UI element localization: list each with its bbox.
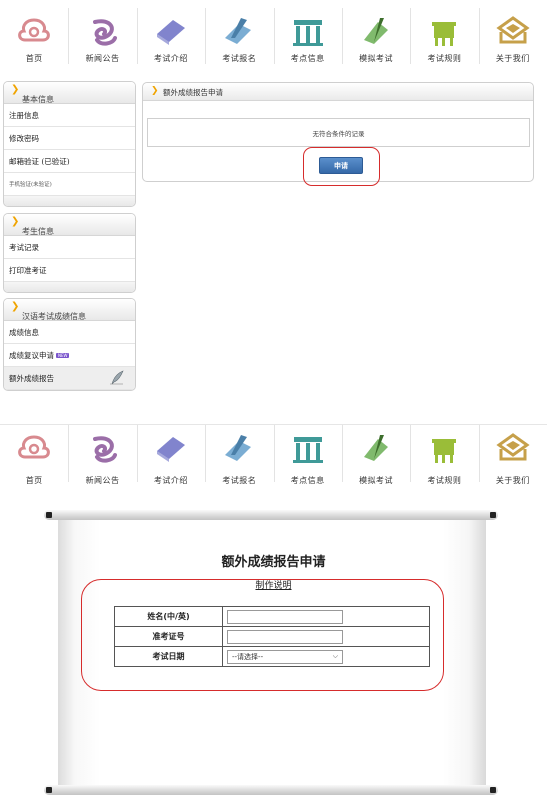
- scroll-rod-bottom: [44, 785, 498, 795]
- pavilion-icon: [288, 14, 328, 48]
- panel-title: 额外成绩报告申请: [163, 88, 223, 97]
- sidebar-item-phone-verify[interactable]: 手机验证(未验证): [4, 173, 135, 196]
- chevron-right-icon: ❯: [11, 84, 20, 95]
- nav-item-cloud-ornament[interactable]: 首页: [0, 8, 68, 68]
- form-row: 准考证号: [114, 626, 430, 647]
- ticket-number-input[interactable]: [227, 629, 343, 644]
- cloud-ornament-icon: [14, 14, 54, 48]
- form-cell: --请选择-- ⌵: [222, 646, 430, 667]
- brush-scroll-icon: [356, 14, 396, 48]
- chevron-right-icon: ❯: [151, 86, 159, 96]
- pen-paper-icon: [219, 431, 259, 465]
- ticket-label: 准考证号: [114, 626, 223, 647]
- sidebar-item-score-info[interactable]: 成绩信息: [4, 321, 135, 344]
- ding-vessel-icon: [424, 14, 464, 48]
- sidebar-section-header: ❯ 考生信息: [4, 214, 135, 236]
- nav-item-label: 新闻公告: [85, 54, 120, 63]
- nav-item-label: 考试规则: [427, 54, 462, 63]
- sidebar-item-extra-report[interactable]: 额外成绩报告: [4, 367, 135, 390]
- sidebar-item-email-verify[interactable]: 邮箱验证 (已验证): [4, 150, 135, 173]
- sidebar-basic-info: ❯ 基本信息 注册信息 修改密码 邮箱验证 (已验证) 手机验证(未验证): [3, 81, 136, 207]
- box-icon: [493, 431, 533, 465]
- pen-paper-icon: [219, 14, 259, 48]
- scroll-book-icon: [151, 14, 191, 48]
- new-badge: NEW: [56, 352, 70, 358]
- nav-item-cloud-ornament[interactable]: 首页: [0, 425, 68, 486]
- scroll-book-icon: [151, 431, 191, 465]
- sidebar-item-print-ticket[interactable]: 打印准考证: [4, 259, 135, 282]
- scroll-rod-top: [44, 510, 498, 520]
- sidebar-item-label: 额外成绩报告: [9, 373, 54, 383]
- exam-date-select[interactable]: --请选择-- ⌵: [227, 649, 343, 664]
- pavilion-icon: [288, 431, 328, 465]
- nav-item-ding-vessel[interactable]: 考试规则: [410, 425, 478, 486]
- form-cell: [222, 606, 430, 627]
- nav-item-label: 首页: [25, 476, 43, 485]
- sidebar-item-exam-records[interactable]: 考试记录: [4, 236, 135, 259]
- nav-item-label: 考试介绍: [153, 54, 188, 63]
- nav-item-swirl[interactable]: 新闻公告: [68, 425, 136, 486]
- nav-item-pavilion[interactable]: 考点信息: [273, 8, 342, 68]
- annotation-highlight-apply: [303, 147, 380, 186]
- form-row: 考试日期 --请选择-- ⌵: [114, 646, 430, 667]
- application-form: 姓名(中/英) 准考证号 考试日期 --请选择-- ⌵: [114, 606, 430, 667]
- sidebar-score-info: ❯ 汉语考试成绩信息 成绩信息 成绩复议申请 NEW 额外成绩报告: [3, 298, 136, 391]
- name-input[interactable]: [227, 609, 343, 624]
- form-title: 额外成绩报告申请: [221, 555, 326, 570]
- date-label: 考试日期: [114, 646, 223, 667]
- sidebar-item-registration[interactable]: 注册信息: [4, 104, 135, 127]
- sidebar-section-header: ❯ 汉语考试成绩信息: [4, 299, 135, 321]
- nav-item-label: 考试报名: [222, 476, 257, 485]
- sidebar-section-footer: [4, 282, 135, 292]
- nav-item-box[interactable]: 关于我们: [478, 425, 547, 486]
- chevron-right-icon: ❯: [11, 216, 20, 227]
- sidebar-section-footer: [4, 196, 135, 206]
- nav-item-label: 考试介绍: [153, 476, 188, 485]
- nav-item-scroll-book[interactable]: 考试介绍: [136, 8, 205, 68]
- cloud-ornament-icon: [14, 431, 54, 465]
- nav-item-pen-paper[interactable]: 考试报名: [205, 8, 273, 68]
- nav-item-label: 考点信息: [290, 54, 325, 63]
- form-cell: [222, 626, 430, 647]
- nav-item-label: 模拟考试: [359, 54, 394, 63]
- swirl-icon: [83, 14, 123, 48]
- no-record-message: 无符合条件的记录: [147, 118, 530, 147]
- sidebar-candidate-info: ❯ 考生信息 考试记录 打印准考证: [3, 213, 136, 293]
- sidebar-item-score-review[interactable]: 成绩复议申请 NEW: [4, 344, 135, 367]
- panel-header: ❯ 额外成绩报告申请: [143, 83, 533, 101]
- sidebar-section-header: ❯ 基本信息: [4, 82, 135, 104]
- brush-scroll-icon: [356, 431, 396, 465]
- nav-item-label: 考试报名: [222, 54, 257, 63]
- nav-item-ding-vessel[interactable]: 考试规则: [410, 8, 478, 68]
- sidebar-item-change-password[interactable]: 修改密码: [4, 127, 135, 150]
- exam-date-value: --请选择--: [232, 652, 264, 661]
- box-icon: [493, 14, 533, 48]
- chevron-down-icon: ⌵: [332, 652, 338, 660]
- form-row: 姓名(中/英): [114, 606, 430, 627]
- nav-item-label: 首页: [25, 54, 43, 63]
- nav-item-brush-scroll[interactable]: 模拟考试: [341, 425, 410, 486]
- swirl-icon: [83, 431, 123, 465]
- nav-item-label: 关于我们: [495, 476, 530, 485]
- ding-vessel-icon: [424, 431, 464, 465]
- nav-item-label: 模拟考试: [359, 476, 394, 485]
- chevron-right-icon: ❯: [11, 301, 20, 312]
- sidebar-item-label: 成绩复议申请: [9, 350, 54, 360]
- secondary-navbar: 首页 新闻公告 考试介绍 考试报名 考点信息 模拟考试 考试规则 关于我们: [0, 424, 547, 486]
- nav-item-pen-paper[interactable]: 考试报名: [205, 425, 273, 486]
- nav-item-swirl[interactable]: 新闻公告: [68, 8, 136, 68]
- nav-item-pavilion[interactable]: 考点信息: [273, 425, 342, 486]
- nav-item-label: 新闻公告: [85, 476, 120, 485]
- nav-item-label: 考点信息: [290, 476, 325, 485]
- nav-item-brush-scroll[interactable]: 模拟考试: [341, 8, 410, 68]
- main-navbar: 首页 新闻公告 考试介绍 考试报名 考点信息 模拟考试 考试规则 关于我们: [0, 8, 547, 68]
- quill-icon: [109, 370, 125, 388]
- name-label: 姓名(中/英): [114, 606, 223, 627]
- nav-item-label: 关于我们: [495, 54, 530, 63]
- nav-item-label: 考试规则: [427, 476, 462, 485]
- nav-item-box[interactable]: 关于我们: [478, 8, 547, 68]
- nav-item-scroll-book[interactable]: 考试介绍: [136, 425, 205, 486]
